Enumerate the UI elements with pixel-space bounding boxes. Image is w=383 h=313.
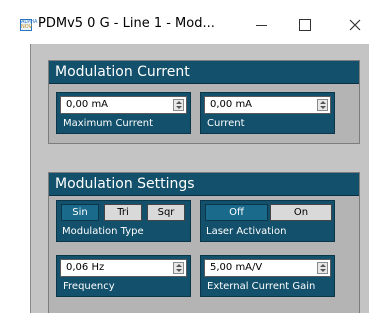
- maximum-current-label: Maximum Current: [63, 118, 154, 129]
- laser-on-button[interactable]: On: [270, 204, 332, 221]
- window-title-bar[interactable]: ALPHA NOV PDMv5 0 G - Line 1 - Mod...: [16, 6, 378, 44]
- maximum-current-input[interactable]: 0,00 mA: [60, 96, 187, 114]
- laser-activation-label: Laser Activation: [206, 226, 287, 237]
- app-client-area: Modulation Current 0,00 mA Maximum Curre…: [30, 44, 369, 313]
- frequency-value: 0,06 Hz: [66, 262, 105, 273]
- external-current-gain-input[interactable]: 5,00 mA/V: [204, 259, 331, 277]
- maximum-current-spinner[interactable]: [173, 99, 184, 111]
- frequency-label: Frequency: [63, 281, 115, 292]
- modulation-settings-panel: Modulation Settings Sin Tri Sqr Modulati…: [48, 172, 360, 313]
- close-icon: [349, 19, 361, 31]
- current-input[interactable]: 0,00 mA: [204, 96, 331, 114]
- current-value: 0,00 mA: [210, 99, 253, 110]
- modulation-type-tri-button[interactable]: Tri: [104, 204, 142, 221]
- frequency-input[interactable]: 0,06 Hz: [60, 259, 187, 277]
- maximum-current-field: 0,00 mA Maximum Current: [56, 92, 191, 134]
- modulation-current-panel: Modulation Current 0,00 mA Maximum Curre…: [48, 60, 360, 144]
- modulation-type-sin-button[interactable]: Sin: [61, 204, 99, 221]
- modulation-type-sqr-button[interactable]: Sqr: [147, 204, 185, 221]
- modulation-settings-title: Modulation Settings: [49, 173, 359, 196]
- modulation-current-title: Modulation Current: [49, 61, 359, 84]
- minimize-button[interactable]: [238, 6, 284, 44]
- external-current-gain-value: 5,00 mA/V: [210, 262, 263, 273]
- maximum-current-value: 0,00 mA: [66, 99, 109, 110]
- app-logo-text-bottom: NOV: [21, 24, 33, 30]
- current-label: Current: [207, 118, 245, 129]
- modulation-type-label: Modulation Type: [62, 226, 144, 237]
- maximize-button[interactable]: [282, 6, 328, 44]
- modulation-type-group: Sin Tri Sqr Modulation Type: [56, 200, 191, 242]
- current-field: 0,00 mA Current: [200, 92, 335, 134]
- current-spinner[interactable]: [317, 99, 328, 111]
- external-current-gain-label: External Current Gain: [207, 281, 316, 292]
- laser-off-button[interactable]: Off: [205, 204, 268, 221]
- window-title: PDMv5 0 G - Line 1 - Mod...: [38, 16, 215, 31]
- external-current-gain-spinner[interactable]: [317, 262, 328, 274]
- close-button[interactable]: [332, 6, 378, 44]
- frequency-spinner[interactable]: [173, 262, 184, 274]
- frequency-field: 0,06 Hz Frequency: [56, 255, 191, 297]
- app-logo-icon: ALPHA NOV: [20, 19, 37, 31]
- laser-activation-group: Off On Laser Activation: [200, 200, 335, 242]
- external-current-gain-field: 5,00 mA/V External Current Gain: [200, 255, 335, 297]
